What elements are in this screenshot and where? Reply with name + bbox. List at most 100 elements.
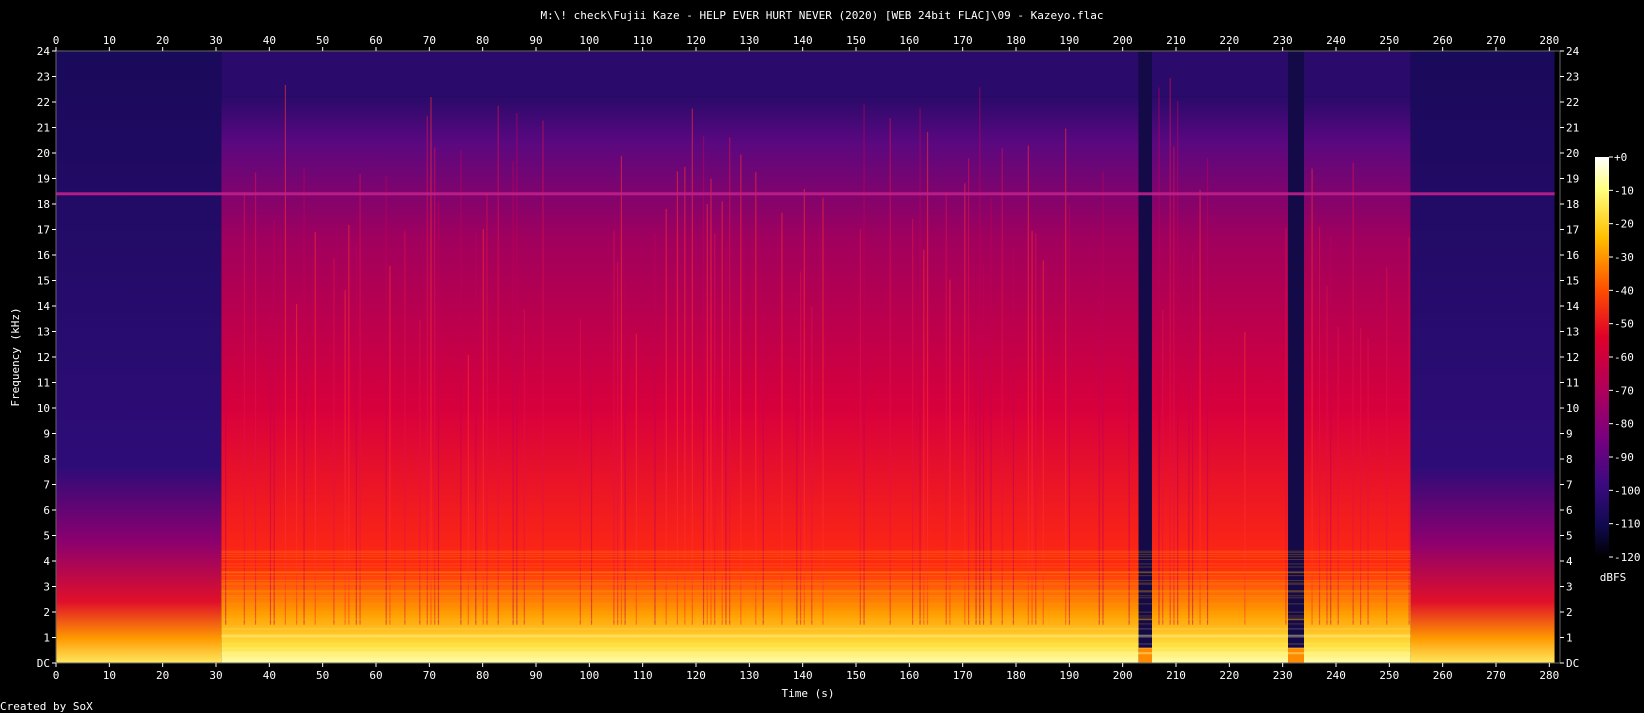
y-tick-label-right: 17 (1566, 224, 1579, 237)
streak (460, 150, 462, 625)
x-tick-label-bottom: 260 (1433, 669, 1453, 682)
harmonic-line (221, 619, 1411, 621)
y-tick-label-right: 13 (1566, 326, 1579, 339)
x-tick-label-top: 170 (953, 34, 973, 47)
dropout-floor-1 (1138, 647, 1152, 663)
harmonic-line (221, 582, 1411, 584)
y-tick-label-right: 23 (1566, 71, 1579, 84)
dropout-1 (1138, 51, 1152, 663)
streak (225, 324, 227, 625)
y-axis-left: DC12345678910111213141516171819202122232… (37, 45, 56, 670)
streak (404, 230, 406, 625)
colorbar-tick-label: -90 (1614, 451, 1634, 464)
harmonic-line (221, 634, 1411, 636)
streak (706, 204, 708, 625)
y-tick-label: 1 (43, 632, 50, 645)
y-tick-label: 20 (37, 147, 50, 160)
x-tick-label-top: 230 (1273, 34, 1293, 47)
streak (269, 312, 272, 625)
x-tick-label-top: 260 (1433, 34, 1453, 47)
y-tick-label-right: 6 (1566, 504, 1573, 517)
x-tick-label-top: 40 (263, 34, 276, 47)
y-tick-label-right: 2 (1566, 606, 1573, 619)
x-tick-label-bottom: 140 (793, 669, 813, 682)
x-tick-label-bottom: 60 (369, 669, 382, 682)
streak (296, 303, 298, 625)
y-tick-label: 16 (37, 249, 50, 262)
x-tick-label-bottom: 250 (1379, 669, 1399, 682)
streak (859, 229, 861, 625)
streak (796, 291, 798, 625)
y-tick-label-right: 14 (1566, 300, 1580, 313)
streak (822, 197, 824, 625)
x-tick-label-top: 210 (1166, 34, 1186, 47)
harmonic-line (221, 550, 1411, 552)
streak (635, 333, 637, 625)
upper-band-3 (1304, 51, 1411, 97)
streak (1065, 128, 1067, 625)
y-tick-label-right: 12 (1566, 351, 1579, 364)
streak (1285, 227, 1287, 625)
y-tick-label-right: 11 (1566, 377, 1579, 390)
streak (1042, 260, 1044, 625)
streak (691, 108, 693, 625)
x-axis-bottom: 0 10 20 30 40 50 60 70 80 90 100 110 120 130 140 150 160… (53, 663, 1559, 682)
x-tick-label-bottom: 180 (1006, 669, 1026, 682)
harmonic-line (221, 590, 1411, 592)
footer-credit: Created by SoX (0, 700, 93, 713)
harmonic-line (221, 652, 1411, 654)
x-tick-label-bottom: 130 (739, 669, 759, 682)
y-axis-right: DC12345678910111213141516171819202122232… (1560, 45, 1580, 670)
colorbar-unit-label: dBFS (1600, 571, 1627, 584)
x-tick-label-bottom: 100 (579, 669, 599, 682)
harmonic-line (221, 617, 1411, 619)
streak (665, 208, 667, 625)
streak (437, 201, 440, 625)
streak (475, 233, 477, 625)
harmonic-line (221, 552, 1411, 554)
x-tick-label-bottom: 220 (1219, 669, 1239, 682)
y-tick-label: 23 (37, 71, 50, 84)
x-axis-top: 0 10 20 30 40 50 60 70 80 90 100 110 120 130 140 150 160… (53, 34, 1559, 51)
harmonic-line (221, 595, 1411, 597)
streak (1001, 148, 1003, 625)
colorbar-tick-label: -120 (1614, 551, 1641, 564)
harmonic-line (221, 583, 1411, 585)
streak (1035, 233, 1037, 625)
x-tick-label-bottom: 280 (1539, 669, 1559, 682)
y-tick-label-right: 10 (1566, 402, 1579, 415)
x-tick-label-top: 130 (739, 34, 759, 47)
streak (990, 197, 992, 625)
y-tick-label: 24 (37, 45, 51, 58)
harmonic-line (221, 597, 1411, 599)
streak (523, 309, 525, 625)
y-tick-label-right: 20 (1566, 147, 1579, 160)
x-tick-label-top: 140 (793, 34, 813, 47)
x-tick-label-bottom: 150 (846, 669, 866, 682)
x-tick-label-bottom: 0 (53, 669, 60, 682)
y-tick-label: 4 (43, 555, 50, 568)
colorbar-tick-label: -60 (1614, 351, 1634, 364)
harmonic-line (221, 566, 1411, 568)
streak (1031, 230, 1033, 625)
dropout-2 (1288, 51, 1304, 663)
y-tick-label: 15 (37, 275, 50, 288)
y-tick-label: 18 (37, 198, 50, 211)
harmonic-line (221, 623, 1411, 625)
streak (725, 247, 727, 625)
y-tick-label-right: 24 (1566, 45, 1580, 58)
streak (613, 230, 615, 625)
y-tick-label: 3 (43, 581, 50, 594)
streak (762, 309, 764, 625)
y-tick-label-right: 7 (1566, 479, 1573, 492)
y-tick-label-right: 22 (1566, 96, 1579, 109)
streak (923, 249, 925, 625)
x-tick-label-bottom: 50 (316, 669, 329, 682)
y-tick-label-right: 1 (1566, 632, 1573, 645)
y-tick-label: 12 (37, 351, 50, 364)
streak (355, 244, 357, 625)
streak (314, 231, 316, 625)
y-tick-label: 7 (43, 479, 50, 492)
streak (284, 84, 286, 625)
y-tick-label: DC (37, 657, 50, 670)
